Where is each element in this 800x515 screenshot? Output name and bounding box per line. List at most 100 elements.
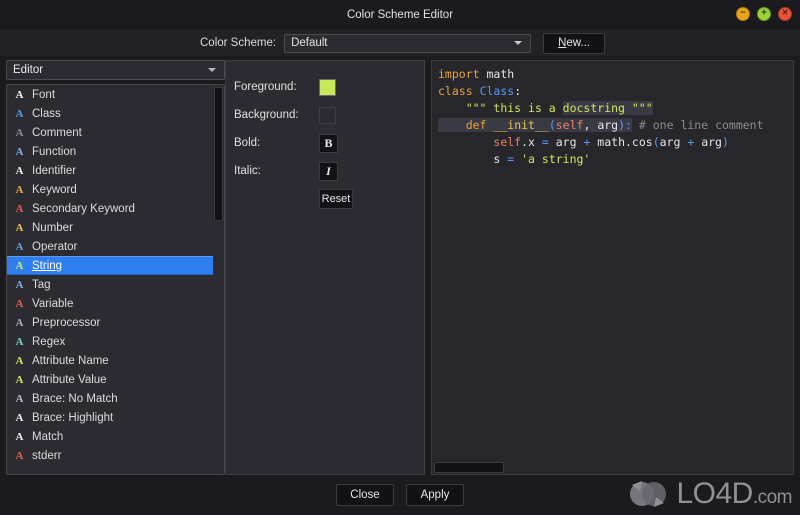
code-token: def	[465, 118, 487, 132]
list-item-label: String	[32, 259, 63, 272]
letter-a-icon: A	[15, 202, 24, 215]
list-item-label: Brace: Highlight	[32, 411, 114, 424]
category-select[interactable]: Editor	[6, 60, 225, 80]
bold-row: Bold: B	[234, 129, 425, 157]
title-bar: Color Scheme Editor − + ×	[0, 0, 800, 30]
list-item[interactable]: A Brace: No Match	[7, 389, 224, 408]
list-item[interactable]: A Identifier	[7, 161, 224, 180]
italic-toggle-button[interactable]: I	[319, 161, 338, 181]
window-title: Color Scheme Editor	[346, 9, 454, 21]
refresh-circle-icon	[630, 481, 667, 507]
watermark-name: LO4D	[676, 477, 753, 510]
code-token: .x	[521, 135, 542, 149]
new-scheme-button[interactable]: New...	[543, 32, 606, 54]
color-scheme-label: Color Scheme:	[200, 37, 277, 49]
apply-button[interactable]: Apply	[406, 484, 464, 506]
bold-label: Bold:	[234, 137, 261, 149]
foreground-color-swatch[interactable]	[319, 78, 336, 96]
list-item-label: Variable	[32, 297, 74, 310]
letter-a-icon: A	[15, 449, 24, 462]
close-button[interactable]: Close	[336, 484, 394, 506]
watermark-text: LO4D.com	[676, 477, 792, 511]
letter-a-icon: A	[15, 164, 24, 177]
list-item[interactable]: A Brace: Highlight	[7, 408, 224, 427]
minimize-button[interactable]: −	[736, 7, 750, 21]
code-token: (	[548, 118, 556, 132]
list-item-label: Brace: No Match	[32, 392, 118, 405]
code-horizontal-scrollbar[interactable]	[432, 461, 793, 474]
letter-a-icon: A	[15, 316, 24, 329]
background-color-swatch[interactable]	[319, 106, 336, 124]
letter-a-icon: A	[15, 183, 24, 196]
list-scrollbar-thumb[interactable]	[214, 87, 223, 221]
list-item-label: Identifier	[32, 164, 77, 177]
bold-toggle-button[interactable]: B	[319, 133, 338, 153]
window-controls: − + ×	[736, 7, 792, 21]
list-item-label: Preprocessor	[32, 316, 101, 329]
list-item-label: Font	[32, 88, 56, 101]
list-item[interactable]: A Preprocessor	[7, 313, 224, 332]
code-token: math	[479, 67, 515, 81]
letter-a-icon: A	[15, 259, 24, 272]
chevron-down-icon	[514, 41, 523, 45]
code-line: """ this is a docstring """	[438, 100, 793, 117]
list-item[interactable]: A Font	[7, 85, 224, 104]
list-item[interactable]: A Tag	[7, 275, 224, 294]
code-line: s = 'a string'	[438, 151, 793, 168]
code-token: arg	[694, 135, 722, 149]
code-line: def __init__(self, arg): # one line comm…	[438, 117, 793, 134]
letter-a-icon: A	[15, 430, 24, 443]
letter-a-icon: A	[15, 335, 24, 348]
code-token: :	[625, 118, 632, 132]
code-token: self	[493, 135, 522, 149]
list-item[interactable]: A Match	[7, 427, 224, 446]
maximize-button[interactable]: +	[757, 7, 771, 21]
list-item[interactable]: A Secondary Keyword	[7, 199, 224, 218]
code-token: :	[514, 84, 522, 98]
code-preview-text[interactable]: import math class Class: """ this is a do…	[432, 61, 793, 168]
list-item[interactable]: A Keyword	[7, 180, 224, 199]
code-scrollbar-thumb[interactable]	[434, 462, 504, 473]
list-item-label: stderr	[32, 449, 62, 462]
list-item[interactable]: Astderr	[7, 446, 224, 465]
list-vertical-scrollbar[interactable]	[213, 85, 224, 474]
list-item[interactable]: A Attribute Name	[7, 351, 224, 370]
letter-a-icon: A	[15, 107, 24, 120]
list-item-label: Attribute Name	[32, 354, 109, 367]
code-token: arg	[548, 135, 584, 149]
list-item[interactable]: A Comment	[7, 123, 224, 142]
list-item[interactable]: A Variable	[7, 294, 224, 313]
letter-a-icon: A	[15, 221, 24, 234]
list-item[interactable]: A String	[7, 256, 224, 275]
list-item-label: Class	[32, 107, 61, 120]
list-item-label: Attribute Value	[32, 373, 107, 386]
letter-a-icon: A	[15, 278, 24, 291]
list-item[interactable]: A Operator	[7, 237, 224, 256]
reset-button[interactable]: Reset	[319, 189, 353, 209]
code-token	[438, 118, 466, 132]
code-token: arg	[659, 135, 688, 149]
left-panel: Editor A Font A Class A Comment A Function A Iden…	[6, 60, 225, 475]
list-item[interactable]: A Function	[7, 142, 224, 161]
code-token: self	[555, 118, 584, 132]
lo4d-watermark: LO4D.com	[626, 477, 793, 511]
code-line: import math	[438, 66, 793, 83]
code-token: docstring """	[562, 101, 653, 115]
letter-a-icon: A	[15, 354, 24, 367]
color-scheme-select[interactable]: Default	[284, 33, 532, 53]
list-item[interactable]: A Attribute Value	[7, 370, 224, 389]
letter-a-icon: A	[15, 297, 24, 310]
panel-divider	[424, 61, 425, 474]
list-item-label: Comment	[32, 126, 82, 139]
list-item[interactable]: A Regex	[7, 332, 224, 351]
close-window-button[interactable]: ×	[778, 7, 792, 21]
code-token: import	[438, 67, 480, 81]
list-item[interactable]: A Class	[7, 104, 224, 123]
letter-a-icon: A	[15, 411, 24, 424]
code-token: class	[438, 84, 473, 98]
list-item[interactable]: A Number	[7, 218, 224, 237]
